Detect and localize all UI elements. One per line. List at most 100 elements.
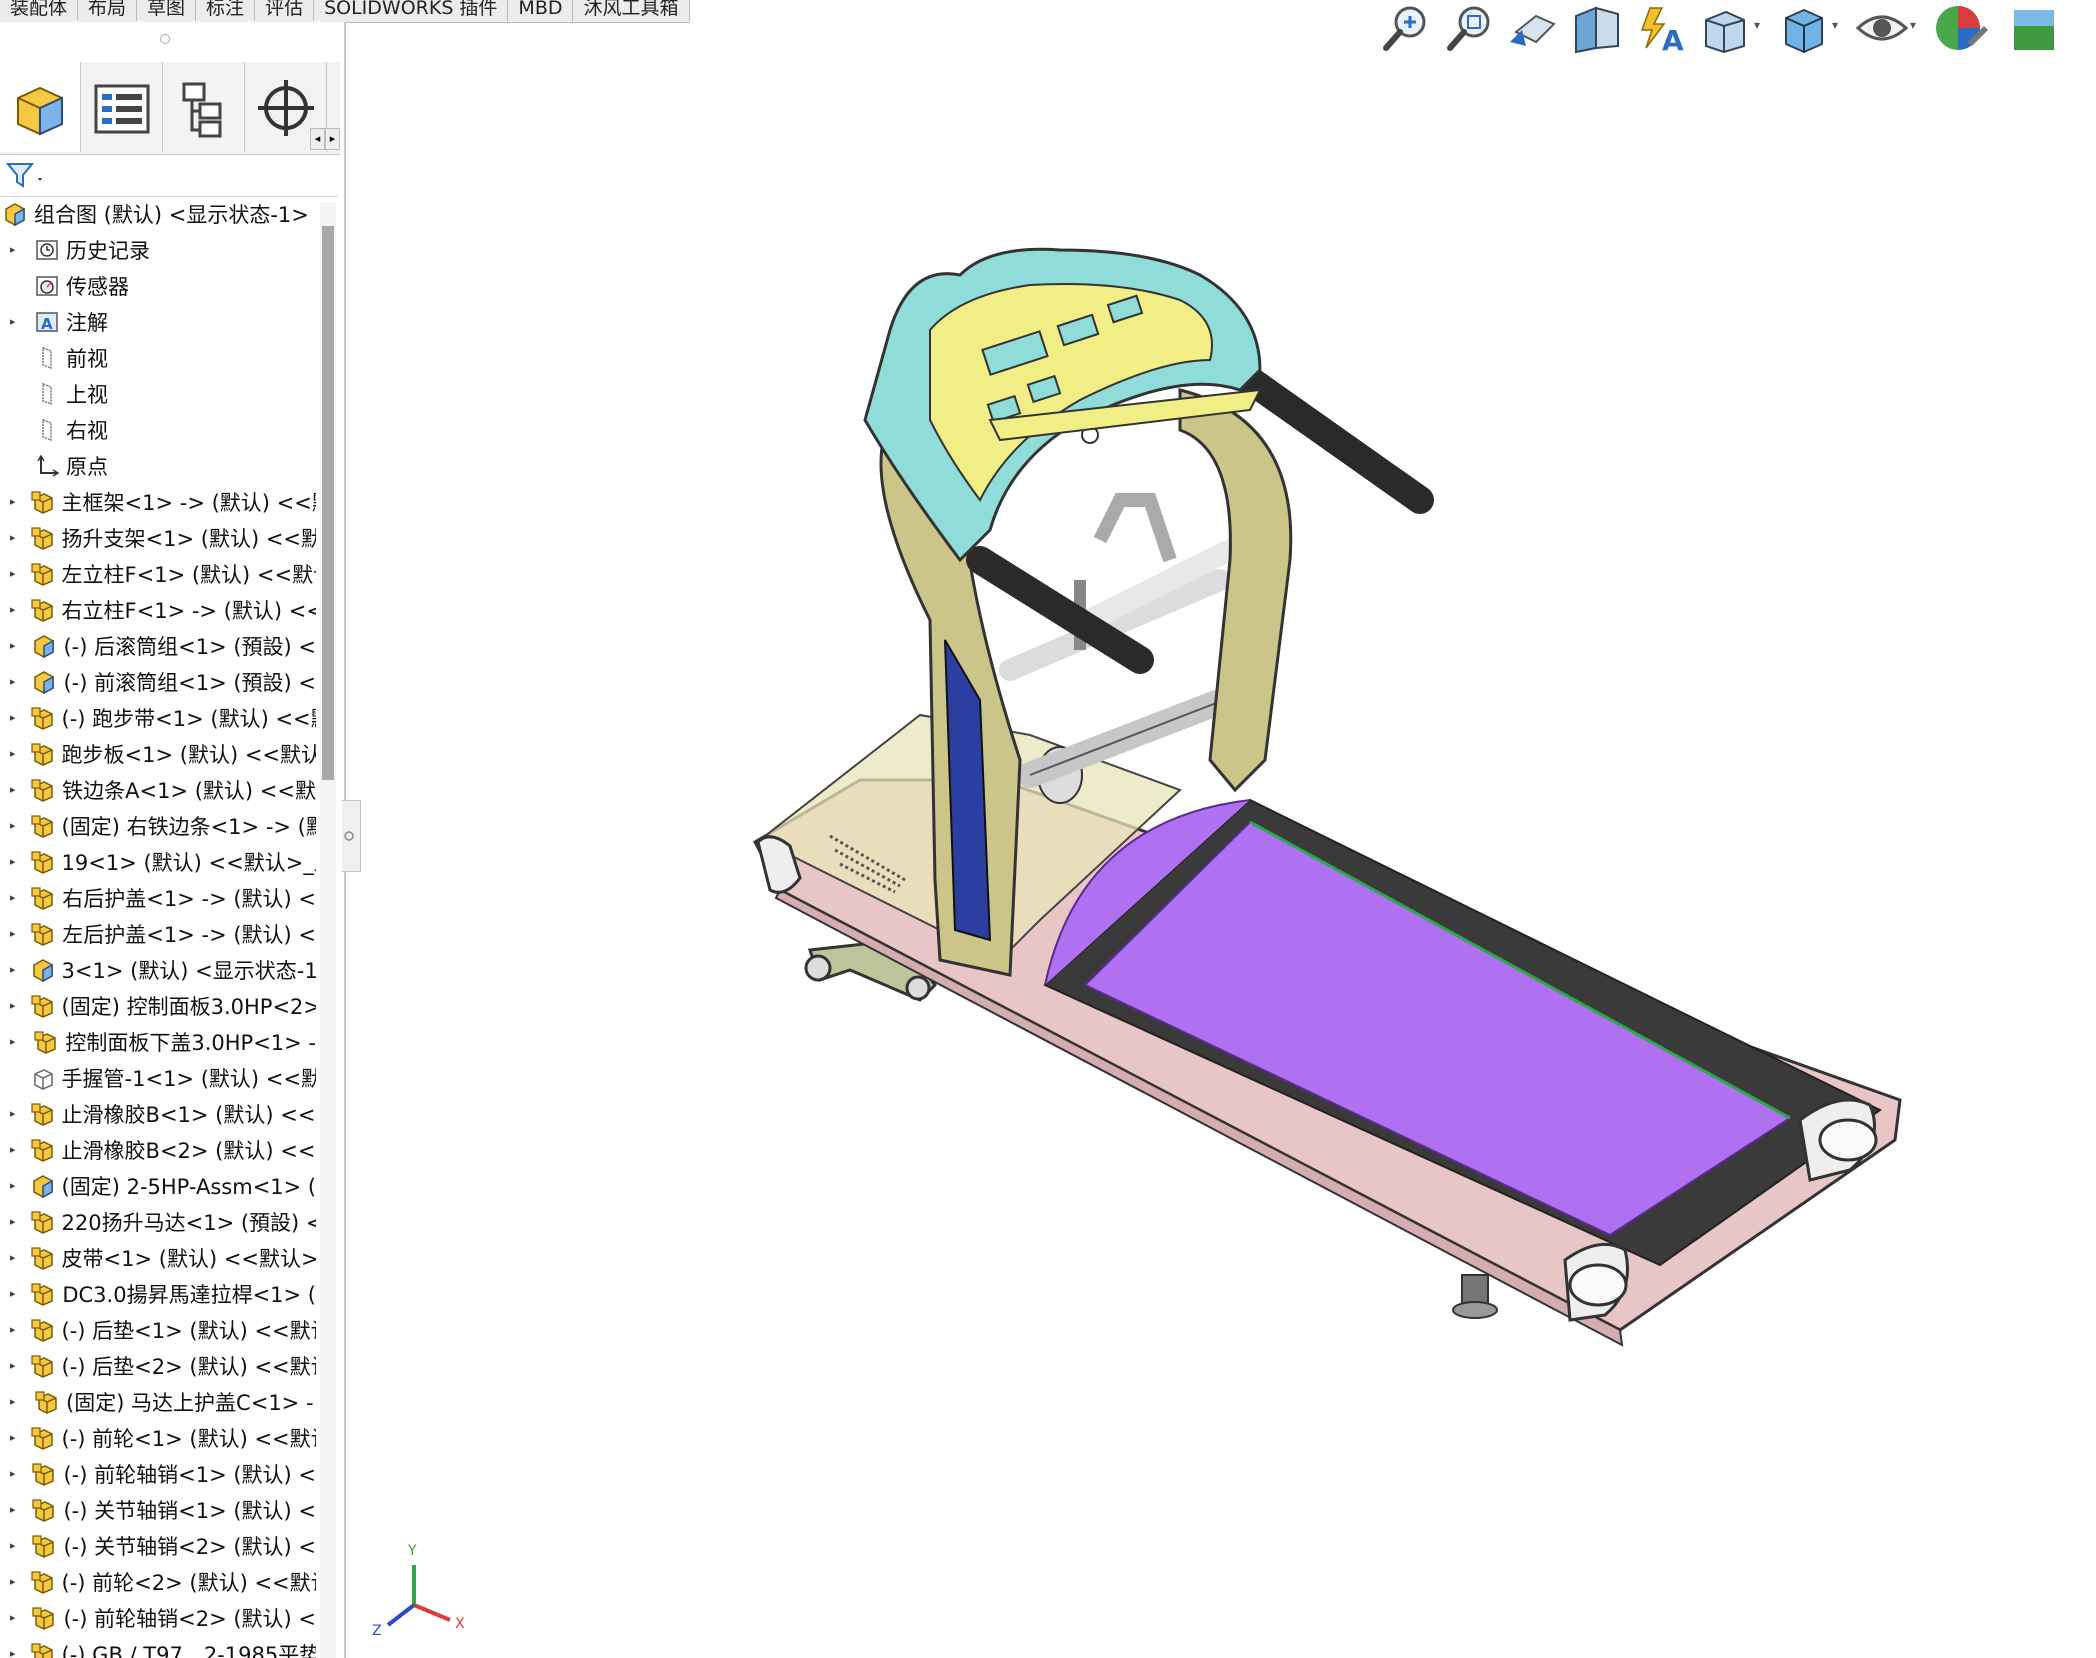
expand-arrow-icon[interactable]: ▸	[10, 1360, 16, 1371]
tab-scroll-left-icon[interactable]: ◂	[310, 128, 325, 150]
expand-arrow-icon[interactable]: ▸	[10, 820, 16, 831]
hide-show-dropdown-icon[interactable]: ▾	[1910, 18, 1916, 32]
dynamic-annotation-view-icon[interactable]: A	[1634, 2, 1690, 54]
expand-arrow-icon[interactable]: ▸	[10, 532, 16, 543]
expand-arrow-icon[interactable]: ▸	[10, 1000, 16, 1011]
display-style-icon[interactable]	[1776, 2, 1832, 54]
tree-item[interactable]: ▸ A 注解	[0, 304, 316, 340]
tree-item[interactable]: ▸ 主框架<1> -> (默认) <<默	[0, 484, 316, 520]
tree-item[interactable]: ▸ 19<1> (默认) <<默认>_显	[0, 844, 316, 880]
tab-scroll-right-icon[interactable]: ▸	[325, 128, 340, 150]
expand-arrow-icon[interactable]: ▸	[10, 568, 16, 579]
tree-item[interactable]: ▸ (-) 前滚筒组<1> (預設) <	[0, 664, 316, 700]
tree-item[interactable]: ▸ 历史记录	[0, 232, 316, 268]
tree-item[interactable]: ▸ 止滑橡胶B<1> (默认) <<默	[0, 1096, 316, 1132]
expand-arrow-icon[interactable]: ▸	[10, 1180, 16, 1191]
expand-arrow-icon[interactable]: ▸	[10, 676, 17, 687]
tree-item[interactable]: ▸ (-) GB / T97．2-1985平垫	[0, 1636, 316, 1658]
expand-arrow-icon[interactable]: ▸	[10, 604, 16, 615]
command-tab[interactable]: 标注	[196, 0, 256, 21]
expand-arrow-icon[interactable]: ▸	[10, 1324, 16, 1335]
tree-item[interactable]: ▸ 右后护盖<1> -> (默认) <	[0, 880, 316, 916]
tree-scrollbar[interactable]	[320, 202, 336, 1658]
tree-item[interactable]: ▸ (-) 前轮轴销<2> (默认) <	[0, 1600, 316, 1636]
tree-item[interactable]: ▸ (-) 前轮轴销<1> (默认) <	[0, 1456, 316, 1492]
expand-arrow-icon[interactable]: ▸	[10, 640, 17, 651]
expand-arrow-icon[interactable]: ▸	[10, 1540, 17, 1551]
expand-arrow-icon[interactable]: ▸	[10, 1288, 16, 1299]
filter-icon[interactable]	[6, 162, 46, 190]
tree-item[interactable]: ▸ (-) 后垫<2> (默认) <<默认	[0, 1348, 316, 1384]
expand-arrow-icon[interactable]: ▸	[10, 928, 16, 939]
expand-arrow-icon[interactable]: ▸	[10, 1396, 20, 1407]
expand-arrow-icon[interactable]: ▸	[10, 1612, 17, 1623]
tree-item[interactable]: ▸原点	[0, 448, 316, 484]
command-tab[interactable]: 评估	[255, 0, 315, 21]
command-tab[interactable]: 装配体	[0, 0, 79, 21]
command-tab[interactable]: 草图	[137, 0, 197, 21]
command-tab[interactable]: SOLIDWORKS 插件	[314, 0, 509, 21]
tree-item[interactable]: ▸ 止滑橡胶B<2> (默认) <<默	[0, 1132, 316, 1168]
tree-item[interactable]: ▸右视	[0, 412, 316, 448]
tree-scrollbar-thumb[interactable]	[322, 226, 334, 780]
expand-arrow-icon[interactable]: ▸	[10, 964, 16, 975]
expand-arrow-icon[interactable]: ▸	[10, 316, 20, 327]
graphics-area[interactable]: Y X Z	[346, 56, 2096, 1658]
tree-item[interactable]: ▸ (-) 关节轴销<1> (默认) <	[0, 1492, 316, 1528]
expand-arrow-icon[interactable]: ▸	[10, 1108, 16, 1119]
tree-item[interactable]: ▸上视	[0, 376, 316, 412]
view-orientation-icon[interactable]	[1698, 2, 1754, 54]
expand-arrow-icon[interactable]: ▸	[10, 1648, 16, 1658]
tree-item[interactable]: ▸ 铁边条A<1> (默认) <<默	[0, 772, 316, 808]
command-tab[interactable]: 沐风工具箱	[573, 0, 690, 21]
expand-arrow-icon[interactable]: ▸	[10, 784, 16, 795]
tree-item[interactable]: ▸ (固定) 2-5HP-Assm<1> (	[0, 1168, 316, 1204]
zoom-to-area-icon[interactable]	[1442, 2, 1498, 54]
expand-arrow-icon[interactable]: ▸	[10, 1144, 16, 1155]
command-tab[interactable]: 布局	[78, 0, 138, 21]
expand-arrow-icon[interactable]: ▸	[10, 1504, 17, 1515]
tree-item[interactable]: ▸ (-) 后垫<1> (默认) <<默认	[0, 1312, 316, 1348]
expand-arrow-icon[interactable]: ▸	[10, 1432, 16, 1443]
tree-item[interactable]: ▸ (-) 后滚筒组<1> (預設) <	[0, 628, 316, 664]
previous-view-icon[interactable]	[1506, 2, 1562, 54]
tree-item[interactable]: ▸ 跑步板<1> (默认) <<默认	[0, 736, 316, 772]
expand-arrow-icon[interactable]: ▸	[10, 1468, 17, 1479]
tree-item[interactable]: ▸ 左后护盖<1> -> (默认) <	[0, 916, 316, 952]
apply-scene-icon[interactable]	[2006, 2, 2062, 54]
view-orientation-dropdown-icon[interactable]: ▾	[1754, 18, 1760, 32]
expand-arrow-icon[interactable]: ▸	[10, 1036, 19, 1047]
tree-item[interactable]: ▸传感器	[0, 268, 316, 304]
expand-arrow-icon[interactable]: ▸	[10, 1576, 16, 1587]
tree-item[interactable]: ▸ (固定) 控制面板3.0HP<2>	[0, 988, 316, 1024]
tree-item[interactable]: ▸ 控制面板下盖3.0HP<1> -	[0, 1024, 316, 1060]
command-tab[interactable]: MBD	[508, 0, 574, 21]
propertymanager-tab[interactable]	[82, 62, 163, 152]
expand-arrow-icon[interactable]: ▸	[10, 496, 16, 507]
display-style-dropdown-icon[interactable]: ▾	[1832, 18, 1838, 32]
tree-item[interactable]: ▸前视	[0, 340, 316, 376]
tree-item[interactable]: ▸ 3<1> (默认) <显示状态-1	[0, 952, 316, 988]
section-view-icon[interactable]	[1570, 2, 1626, 54]
tree-item[interactable]: ▸ (-) 跑步带<1> (默认) <<默	[0, 700, 316, 736]
panel-grip-icon[interactable]	[160, 34, 170, 44]
expand-arrow-icon[interactable]: ▸	[10, 1252, 16, 1263]
tree-item[interactable]: ▸ (-) 关节轴销<2> (默认) <	[0, 1528, 316, 1564]
tree-item[interactable]: ▸ (固定) 马达上护盖C<1> -	[0, 1384, 316, 1420]
tree-item[interactable]: ▸ 扬升支架<1> (默认) <<默	[0, 520, 316, 556]
expand-arrow-icon[interactable]: ▸	[10, 856, 16, 867]
tree-item[interactable]: ▸ (-) 前轮<2> (默认) <<默认	[0, 1564, 316, 1600]
tree-item[interactable]: ▸手握管-1<1> (默认) <<默	[0, 1060, 316, 1096]
tree-item[interactable]: ▸ DC3.0揚昇馬達拉桿<1> (	[0, 1276, 316, 1312]
tree-item[interactable]: ▸ 皮带<1> (默认) <<默认>	[0, 1240, 316, 1276]
hide-show-items-icon[interactable]	[1854, 2, 1910, 54]
tree-item[interactable]: ▸组合图 (默认) <显示状态-1>	[0, 202, 316, 232]
tree-item[interactable]: ▸ 220扬升马达<1> (預設) <	[0, 1204, 316, 1240]
tree-item[interactable]: ▸ (固定) 右铁边条<1> -> (默	[0, 808, 316, 844]
tree-item[interactable]: ▸ 左立柱F<1> (默认) <<默认	[0, 556, 316, 592]
tree-item[interactable]: ▸ 右立柱F<1> -> (默认) <<	[0, 592, 316, 628]
expand-arrow-icon[interactable]: ▸	[10, 892, 16, 903]
tree-item[interactable]: ▸ (-) 前轮<1> (默认) <<默认	[0, 1420, 316, 1456]
configurationmanager-tab[interactable]	[164, 62, 245, 152]
expand-arrow-icon[interactable]: ▸	[10, 1216, 16, 1227]
